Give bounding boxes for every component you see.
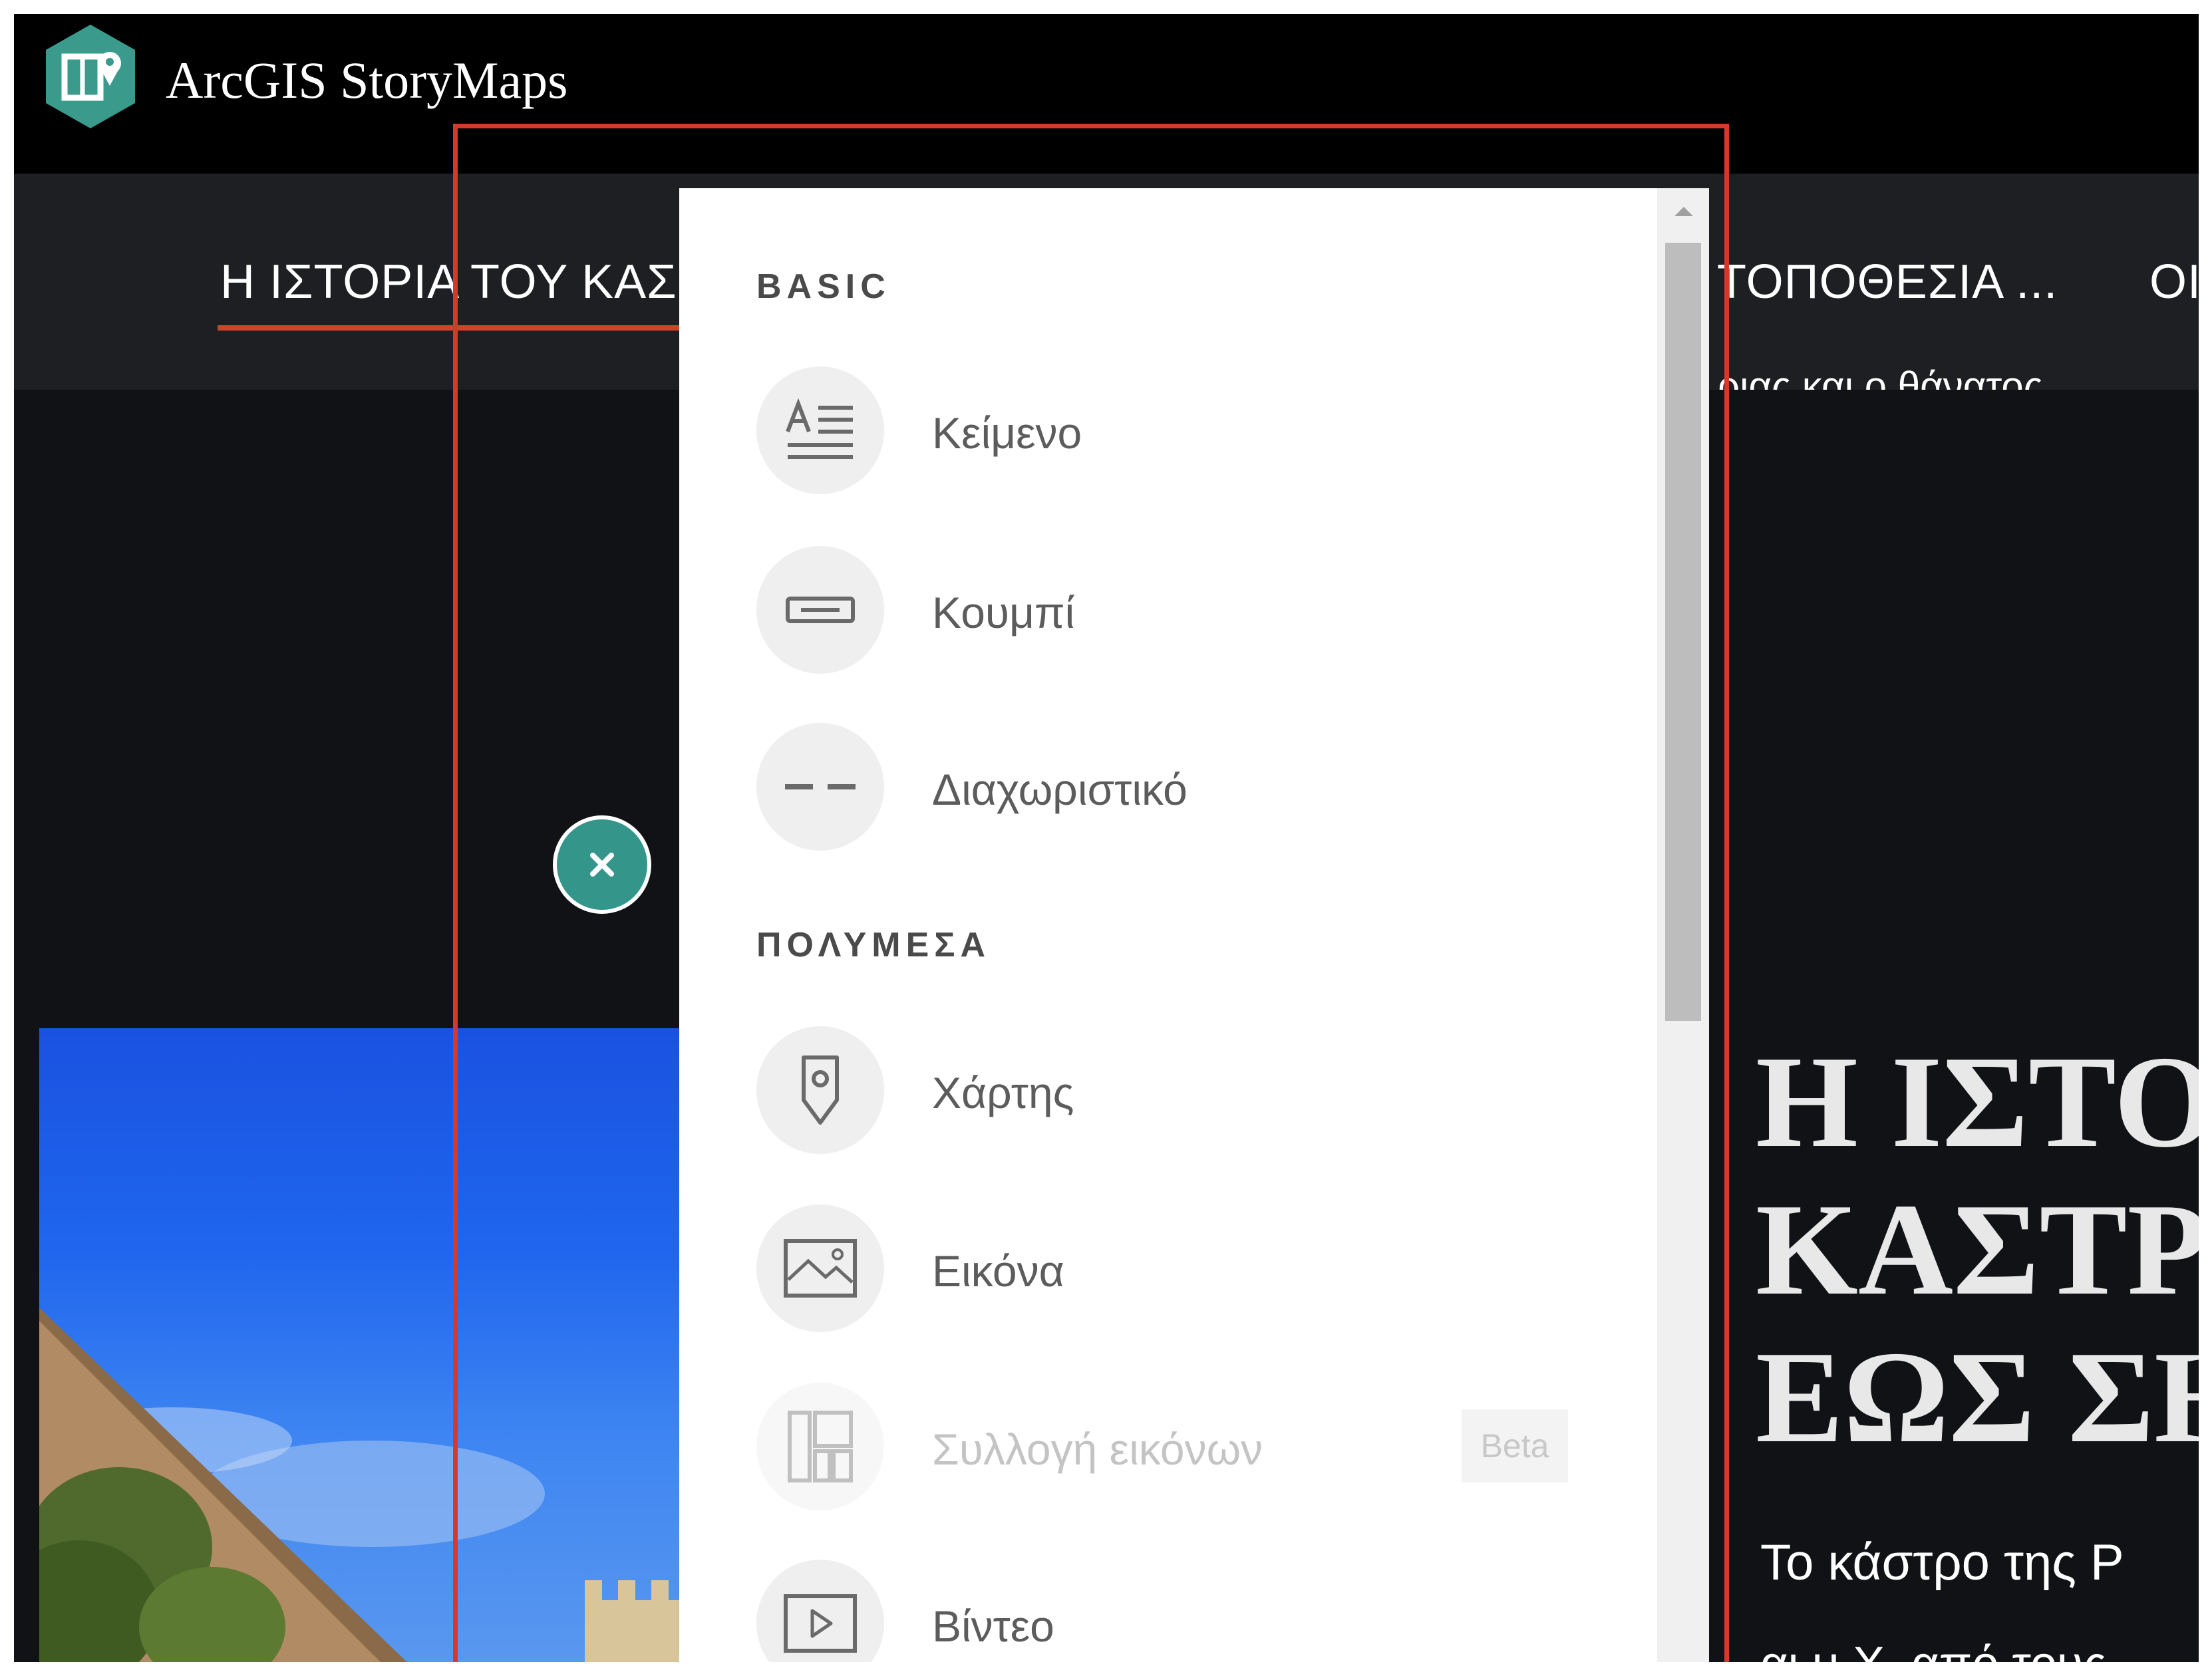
- storymaps-logo-icon: [46, 25, 135, 128]
- story-heading: Η ΙΣΤΟ ΚΑΣΤΡΟ ΕΩΣ ΣΗ: [1756, 1028, 2199, 1471]
- story-paragraph: Το κάστρο της Ρ: [1760, 1534, 2124, 1591]
- app-title: ArcGIS StoryMaps: [166, 51, 568, 109]
- nav-tab-next[interactable]: ΟΙ: [2149, 255, 2199, 309]
- partial-subtitle-text: ριας και ο θάνατος: [1717, 366, 2043, 393]
- storymaps-window: ArcGIS StoryMaps Η ΙΣΤΟΡΙΑ ΤΟΥ ΚΑΣ ΤΟΠΟΘ…: [14, 14, 2199, 1662]
- highlight-annotation: [453, 124, 1729, 1662]
- heading-line: ΚΑΣΤΡΟ: [1756, 1177, 2199, 1322]
- nav-tab-location[interactable]: ΤΟΠΟΘΕΣΙΑ ...: [1717, 255, 2058, 309]
- story-paragraph-line: αι μ.Χ. από τους: [1760, 1640, 2106, 1662]
- heading-line: ΕΩΣ ΣΗ: [1756, 1324, 2199, 1470]
- heading-line: Η ΙΣΤΟ: [1756, 1029, 2199, 1175]
